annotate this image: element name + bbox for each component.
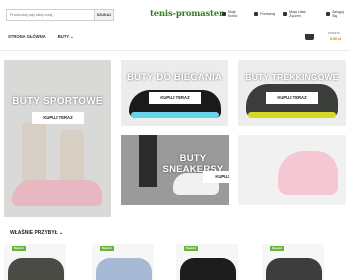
product-card[interactable]: Nowość [92, 244, 154, 280]
tile-image [131, 112, 219, 118]
tile-sneakers-image[interactable] [238, 135, 346, 205]
product-image [8, 258, 64, 280]
product-image [180, 258, 236, 280]
nav-item-shoes[interactable]: BUTY ⌄ [58, 34, 74, 39]
tile-image [278, 151, 338, 195]
tile-title: BUTY TREKKINGOWE [245, 72, 339, 82]
tile-sneakers[interactable]: BUTY SNEAKERSY KUPUJ TERAZ [121, 135, 229, 205]
user-icon [222, 12, 226, 16]
new-badge: Nowość [100, 246, 114, 251]
section-title[interactable]: WŁAŚNIE PRZYBYŁ ⌄ [10, 230, 63, 236]
lock-icon [326, 12, 331, 16]
nav-item-home[interactable]: STRONA GŁÓWNA [8, 34, 46, 39]
tile-image [139, 135, 157, 187]
tile-title: BUTY DO BIEGANIA [127, 72, 222, 83]
cart-price: 0,00 zł [330, 37, 341, 41]
site-logo[interactable]: tenis-promaster [150, 9, 223, 19]
search-button[interactable]: SZUKAJ [94, 9, 114, 21]
product-card[interactable]: Nowość [176, 244, 238, 280]
login-link[interactable]: Zaloguj Się [326, 10, 350, 18]
cart-label: KOSZYK [328, 31, 341, 35]
product-row: Nowość Nowość Nowość Nowość [4, 244, 346, 280]
tile-trekking-shoes[interactable]: BUTY TREKKINGOWE KUPUJ TERAZ [238, 60, 346, 126]
compare-link[interactable]: Porównaj [254, 10, 275, 18]
tile-title: BUTY SPORTOWE [12, 96, 103, 107]
new-badge: Nowość [12, 246, 26, 251]
tile-image [12, 180, 102, 206]
product-card[interactable]: Nowość [262, 244, 324, 280]
account-link[interactable]: Moje Konto [222, 10, 246, 18]
shop-now-button[interactable]: KUPUJ TERAZ [266, 92, 318, 104]
product-image [96, 258, 152, 280]
header-divider [0, 50, 350, 51]
heart-icon [283, 12, 288, 16]
new-badge: Nowość [184, 246, 198, 251]
wishlist-link[interactable]: Moja Lista Życzeń [283, 10, 318, 18]
tile-image [248, 112, 336, 118]
compare-icon [254, 12, 259, 16]
shop-now-button[interactable]: KUPUJ TERAZ [32, 112, 84, 124]
main-nav: STRONA GŁÓWNA BUTY ⌄ [8, 34, 74, 39]
tile-running-shoes[interactable]: BUTY DO BIEGANIA KUPUJ TERAZ [121, 60, 228, 126]
product-image [266, 258, 322, 280]
shop-now-button[interactable]: KUPUJ TERAZ [203, 171, 229, 183]
new-badge: Nowość [270, 246, 284, 251]
header-links: Moje Konto Porównaj Moja Lista Życzeń Za… [222, 10, 350, 18]
shop-now-button[interactable]: KUPUJ TERAZ [149, 92, 201, 104]
tile-sport-shoes[interactable]: BUTY SPORTOWE KUPUJ TERAZ [4, 60, 111, 217]
cart-icon[interactable] [305, 34, 314, 40]
product-card[interactable]: Nowość [4, 244, 66, 280]
